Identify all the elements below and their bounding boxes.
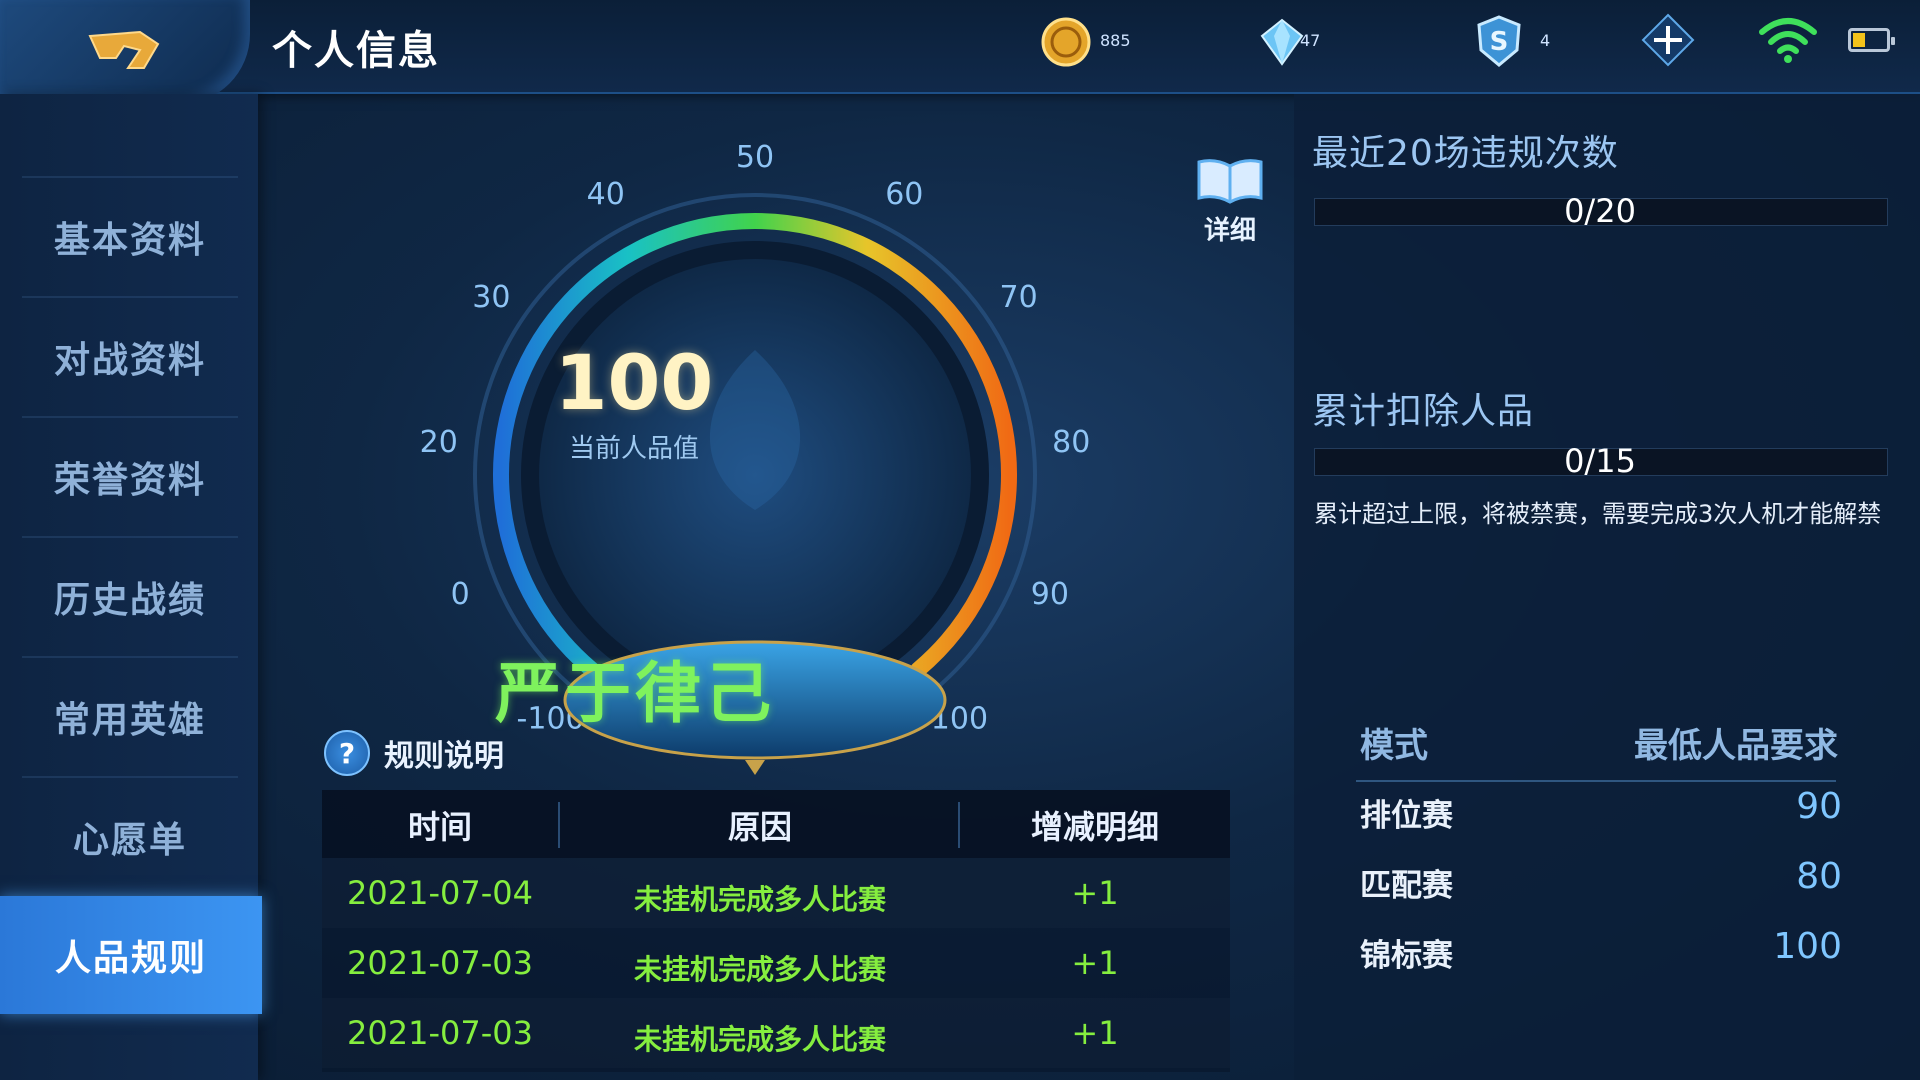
help-icon: ? <box>324 730 370 776</box>
req-divider <box>1356 780 1836 782</box>
deduction-note: 累计超过上限，将被禁赛，需要完成3次人机才能解禁 <box>1314 500 1882 528</box>
table-header: 时间 原因 增减明细 <box>322 790 1230 858</box>
gauge-tick-label: 50 <box>736 140 774 175</box>
req-column-mode: 模式 <box>1360 726 1428 766</box>
battery-level <box>1853 33 1865 47</box>
record-date: 2021-07-03 <box>347 1014 533 1052</box>
table-row: 2021-07-04 未挂机完成多人比赛 +1 <box>322 858 1230 928</box>
req-min-ranked: 90 <box>1796 786 1842 827</box>
table-row: 2021-07-03 未挂机完成多人比赛 +1 <box>322 998 1230 1068</box>
record-reason: 未挂机完成多人比赛 <box>633 883 886 916</box>
deduction-value: 0/15 <box>1564 442 1636 480</box>
wifi-icon <box>1759 18 1817 63</box>
record-date: 2021-07-04 <box>347 874 533 912</box>
svg-text:S: S <box>1490 27 1509 57</box>
req-mode-ranked: 排位赛 <box>1360 798 1453 834</box>
req-mode-match: 匹配赛 <box>1360 868 1453 904</box>
voucher-icon: S <box>1477 15 1521 67</box>
credit-records-table: 时间 原因 增减明细 2021-07-04 未挂机完成多人比赛 +1 2021-… <box>322 790 1230 1072</box>
gauge-tick-label: 80 <box>1052 425 1090 460</box>
gauge-tick-label: 40 <box>587 177 625 212</box>
credit-score: 100 <box>554 338 714 427</box>
gauge-tick-label: 70 <box>1000 280 1038 315</box>
gauge-tick-label: 30 <box>472 280 510 315</box>
violations-value: 0/20 <box>1564 192 1636 230</box>
rank-plate-pointer-icon <box>745 760 765 775</box>
record-reason: 未挂机完成多人比赛 <box>633 1023 886 1056</box>
gauge-tick-label: 60 <box>885 177 923 212</box>
record-reason: 未挂机完成多人比赛 <box>633 953 886 986</box>
table-row: 2021-07-03 未挂机完成多人比赛 +1 <box>322 928 1230 998</box>
battery-icon <box>1848 28 1895 52</box>
record-delta: +1 <box>1071 874 1119 912</box>
record-delta: +1 <box>1071 1014 1119 1052</box>
detail-button[interactable]: 详细 <box>1190 156 1270 246</box>
book-icon <box>1197 159 1263 204</box>
credit-score-label: 当前人品值 <box>568 434 699 464</box>
record-delta: +1 <box>1071 944 1119 982</box>
req-mode-tournament: 锦标赛 <box>1360 938 1453 974</box>
violations-title: 最近20场违规次数 <box>1312 133 1619 174</box>
req-min-tournament: 100 <box>1773 926 1842 967</box>
rules-label: 规则说明 <box>384 739 504 774</box>
column-header-reason: 原因 <box>727 808 792 846</box>
req-min-match: 80 <box>1796 856 1842 897</box>
detail-label: 详细 <box>1203 216 1256 246</box>
add-currency-icon[interactable] <box>1640 12 1696 68</box>
record-date: 2021-07-03 <box>347 944 533 982</box>
column-header-delta: 增减明细 <box>1030 808 1159 846</box>
rank-title: 严于律己 <box>495 655 775 732</box>
right-panel: 最近20场违规次数 0/20 累计扣除人品 0/15 累计超过上限，将被禁赛，需… <box>1294 94 1920 1080</box>
deduction-title: 累计扣除人品 <box>1312 391 1535 432</box>
voucher-value: 4 <box>1540 30 1551 50</box>
column-header-time: 时间 <box>407 808 472 846</box>
rules-button[interactable]: ? 规则说明 <box>324 730 504 776</box>
diamond-value: 47 <box>1300 30 1321 50</box>
gauge-tick-label: 0 <box>451 577 470 612</box>
gauge-tick-label: 90 <box>1031 577 1069 612</box>
gauge-tick-label: 20 <box>420 425 458 460</box>
req-column-min: 最低人品要求 <box>1634 726 1838 766</box>
